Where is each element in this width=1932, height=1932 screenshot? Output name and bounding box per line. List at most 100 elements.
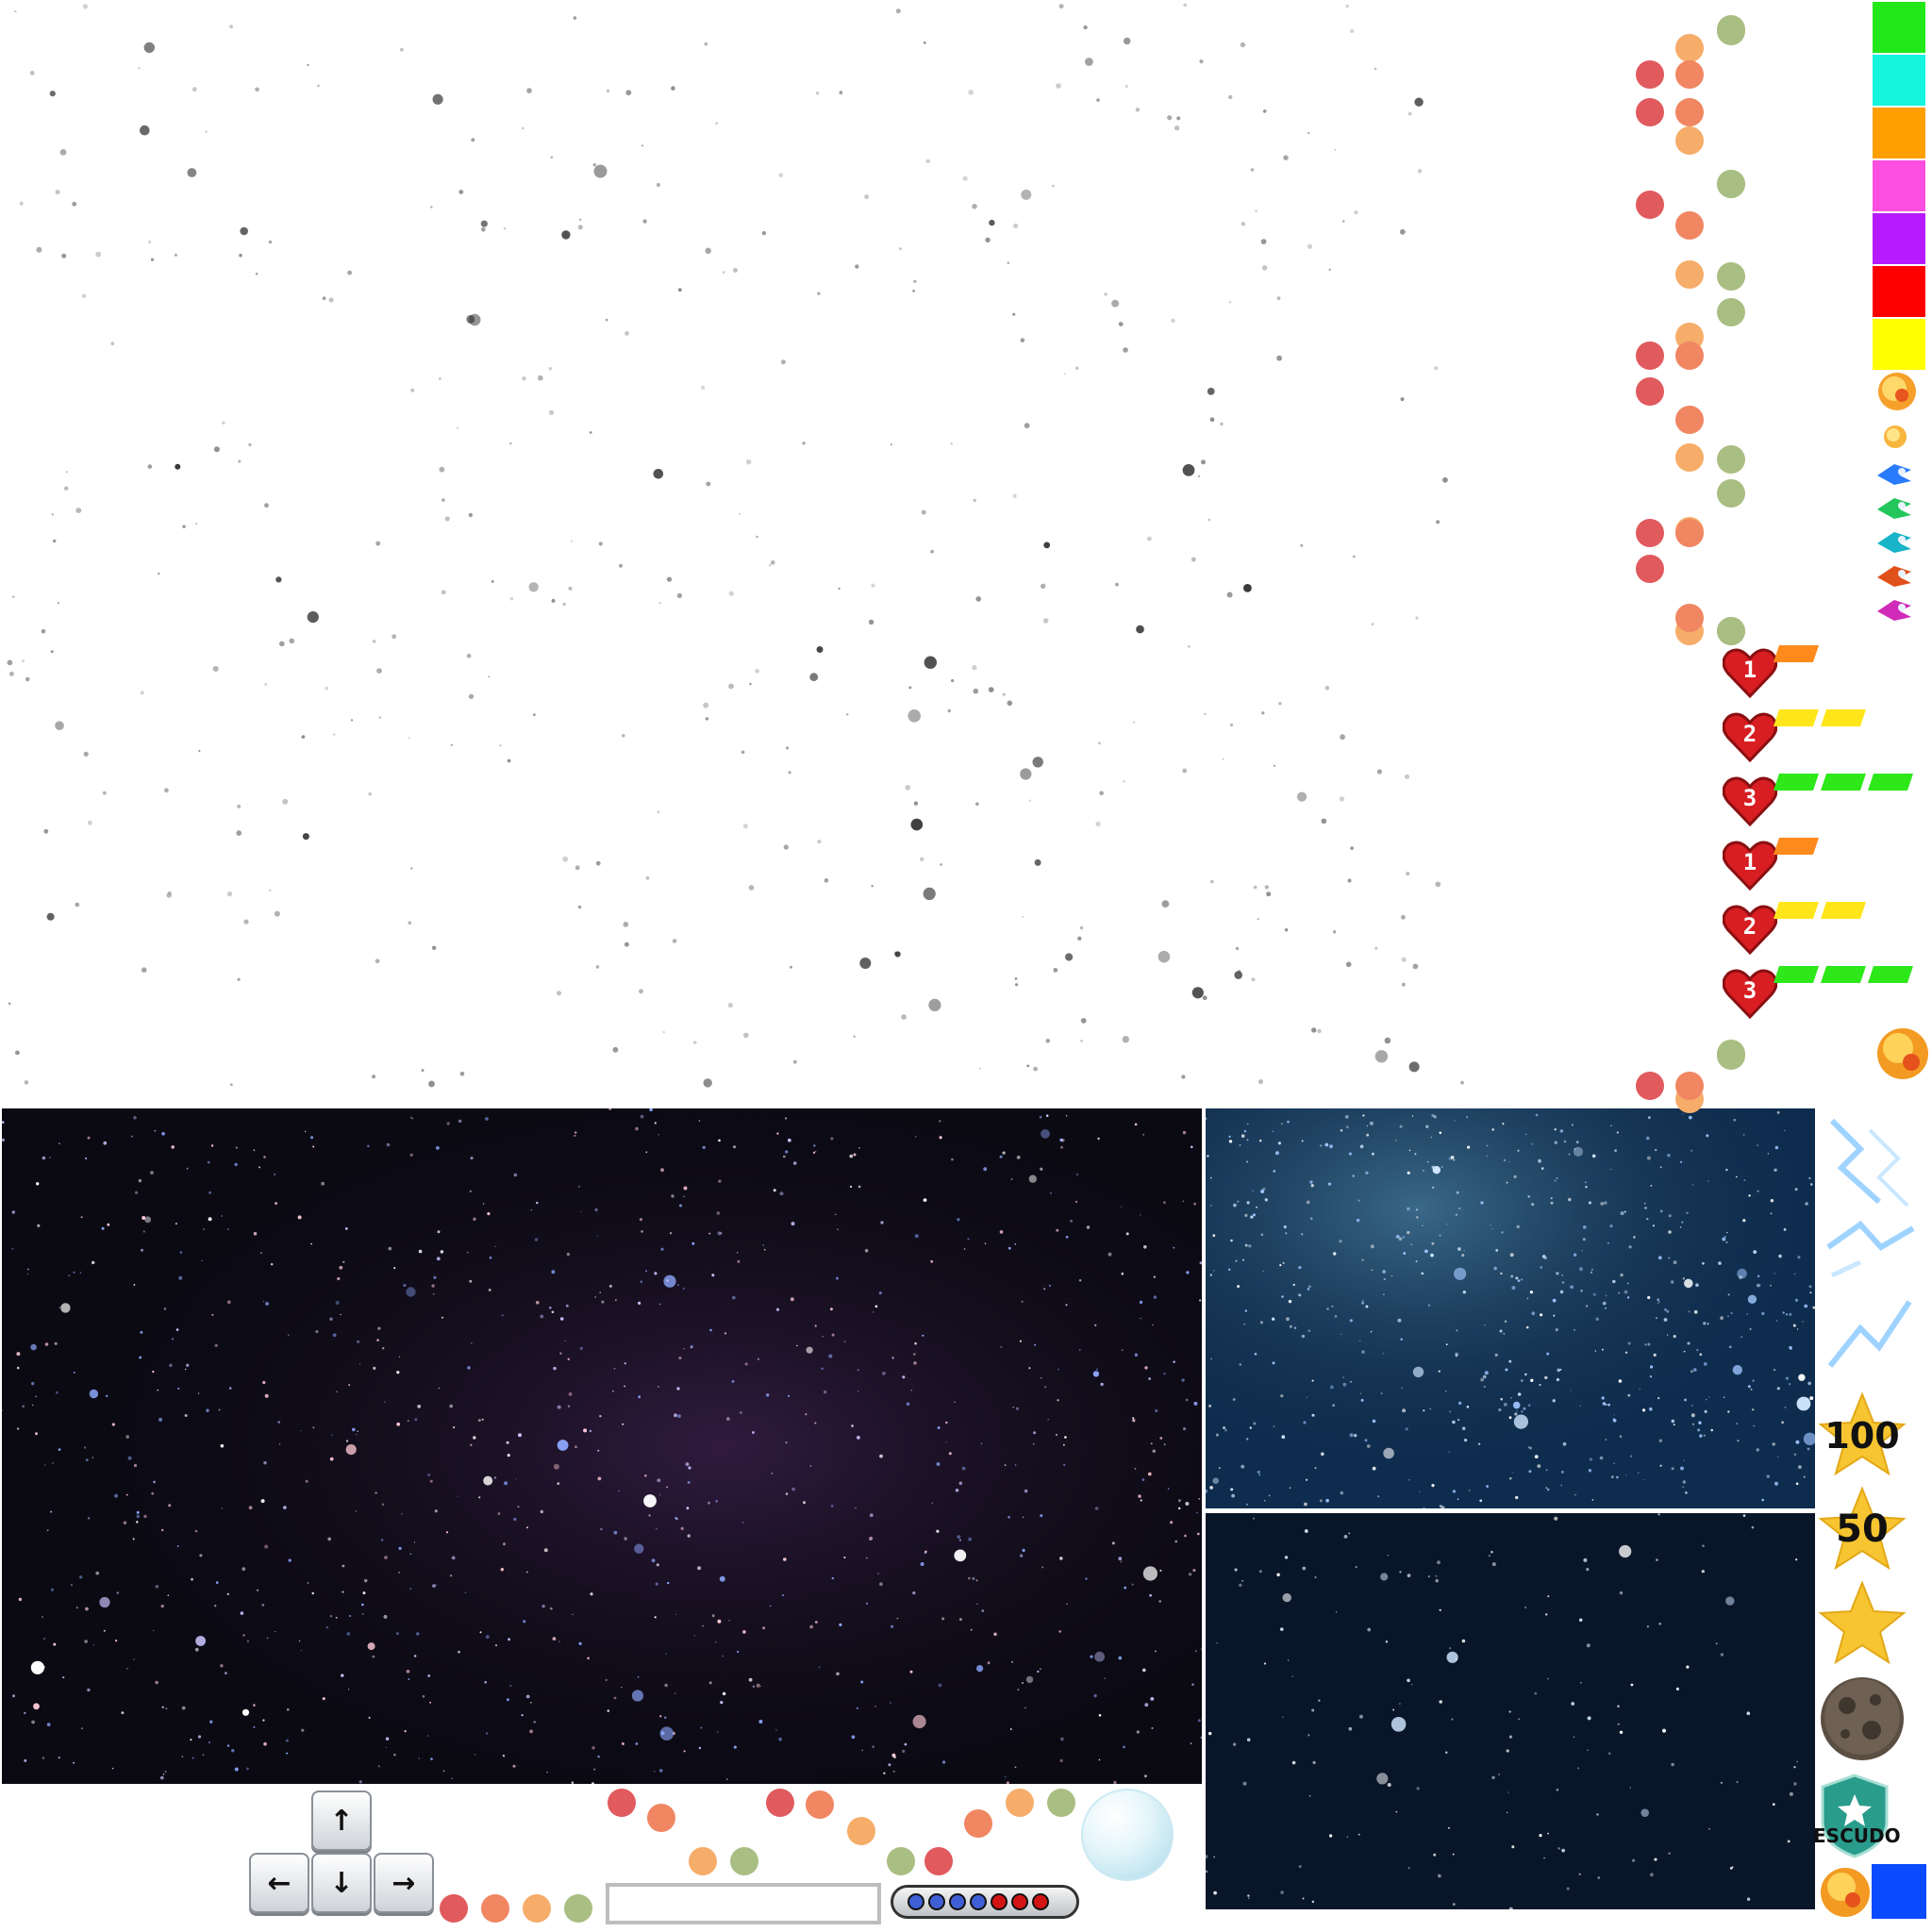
- starfield-dot: [920, 857, 924, 861]
- space-star: [384, 1556, 388, 1559]
- space-star: [1209, 1274, 1212, 1276]
- space-star: [1239, 1144, 1241, 1146]
- space-star: [1547, 1595, 1550, 1598]
- space-star: [624, 1362, 626, 1365]
- health-bar: [1774, 966, 1913, 983]
- particle-dot: [964, 1809, 992, 1838]
- space-star: [683, 1195, 685, 1197]
- space-star: [1268, 1494, 1271, 1497]
- space-star: [1703, 1322, 1707, 1325]
- space-star: [1538, 1158, 1541, 1163]
- space-star: [221, 1507, 224, 1509]
- particle-dot: [1675, 34, 1704, 62]
- space-star: [1040, 1514, 1043, 1518]
- heart-indicator: 2: [1722, 904, 1778, 956]
- space-star: [1545, 1613, 1548, 1616]
- space-star: [666, 1486, 669, 1489]
- space-star: [1530, 1378, 1534, 1382]
- space-star: [860, 1680, 864, 1684]
- space-star: [1040, 1167, 1043, 1171]
- arrow-right-key[interactable]: →: [374, 1853, 434, 1913]
- heart-number: 1: [1742, 657, 1757, 683]
- arrow-up-key[interactable]: ↑: [311, 1790, 372, 1851]
- starfield-dot: [568, 586, 573, 591]
- space-star: [383, 1614, 388, 1619]
- space-star: [495, 1644, 497, 1647]
- space-star: [346, 1632, 351, 1636]
- space-star: [624, 1385, 625, 1388]
- space-star: [409, 1153, 413, 1157]
- space-star: [1493, 1266, 1497, 1271]
- space-star: [458, 1650, 460, 1654]
- space-star: [993, 1632, 997, 1637]
- starfield-dot: [975, 596, 981, 602]
- space-star: [1508, 1710, 1511, 1713]
- starfield-dot: [238, 459, 242, 463]
- starfield-dot: [741, 750, 745, 755]
- arrow-down-key[interactable]: ↓: [311, 1853, 372, 1913]
- space-star: [1525, 1325, 1529, 1329]
- starfield-dot: [1258, 1079, 1263, 1085]
- space-star: [1553, 1314, 1556, 1317]
- space-star: [1657, 1298, 1660, 1302]
- starfield-dot: [29, 71, 35, 75]
- color-swatch: [1873, 160, 1925, 211]
- space-star: [805, 1413, 808, 1416]
- particle-dot: [523, 1894, 551, 1923]
- space-star: [1445, 1343, 1448, 1346]
- space-star: [1708, 1396, 1710, 1398]
- space-star: [1752, 1379, 1755, 1382]
- space-star: [1697, 1428, 1701, 1432]
- starfield-dot: [912, 289, 915, 292]
- space-star: [1134, 1353, 1139, 1357]
- starfield-dot: [985, 237, 991, 243]
- space-star: [125, 1435, 129, 1439]
- space-star: [1797, 1256, 1801, 1259]
- space-star: [1753, 1424, 1756, 1427]
- starfield-dot: [1176, 116, 1181, 121]
- health-segment: [1774, 902, 1819, 919]
- starfield-dot: [549, 409, 555, 415]
- starfield-dot: [692, 1041, 697, 1044]
- space-star: [1439, 1234, 1441, 1237]
- health-bar: [1774, 902, 1866, 919]
- space-star: [1155, 1650, 1157, 1653]
- arrow-left-key[interactable]: ←: [249, 1853, 309, 1913]
- starfield-dot: [871, 885, 874, 888]
- space-star: [288, 1558, 291, 1562]
- space-star: [1100, 1382, 1104, 1387]
- space-star: [1508, 1160, 1510, 1163]
- particle-dot: [1675, 406, 1704, 434]
- space-star: [1228, 1135, 1231, 1138]
- starfield-dot: [373, 640, 376, 643]
- space-star: [893, 1756, 896, 1759]
- starfield-dot: [138, 67, 141, 70]
- particle-dot: [1047, 1789, 1075, 1817]
- health-segment: [1821, 774, 1866, 791]
- space-star: [1457, 1498, 1459, 1500]
- space-star: [81, 1727, 83, 1729]
- space-star: [1364, 1439, 1368, 1442]
- space-star: [1455, 1658, 1457, 1661]
- space-star: [1380, 1392, 1383, 1395]
- space-star: [1794, 1298, 1798, 1302]
- empty-input-box[interactable]: [606, 1883, 881, 1924]
- space-star: [103, 1629, 106, 1632]
- space-star: [1239, 1583, 1242, 1587]
- navy-space-background: [1206, 1513, 1815, 1909]
- space-star: [1603, 1201, 1607, 1205]
- space-star: [283, 1506, 287, 1509]
- space-star: [1063, 1443, 1065, 1446]
- starfield-dot: [1222, 758, 1224, 760]
- space-star: [1059, 1557, 1063, 1560]
- starfield-dot: [905, 785, 911, 791]
- starfield-dot: [672, 939, 677, 943]
- starfield-dot: [1340, 734, 1345, 741]
- starfield-dot: [1135, 108, 1141, 112]
- starfield-dot: [1404, 774, 1410, 779]
- space-star: [744, 1362, 748, 1366]
- starfield-dot: [733, 268, 738, 273]
- starfield-dot: [205, 130, 208, 133]
- space-star: [1450, 1156, 1455, 1159]
- space-star: [1657, 1256, 1662, 1260]
